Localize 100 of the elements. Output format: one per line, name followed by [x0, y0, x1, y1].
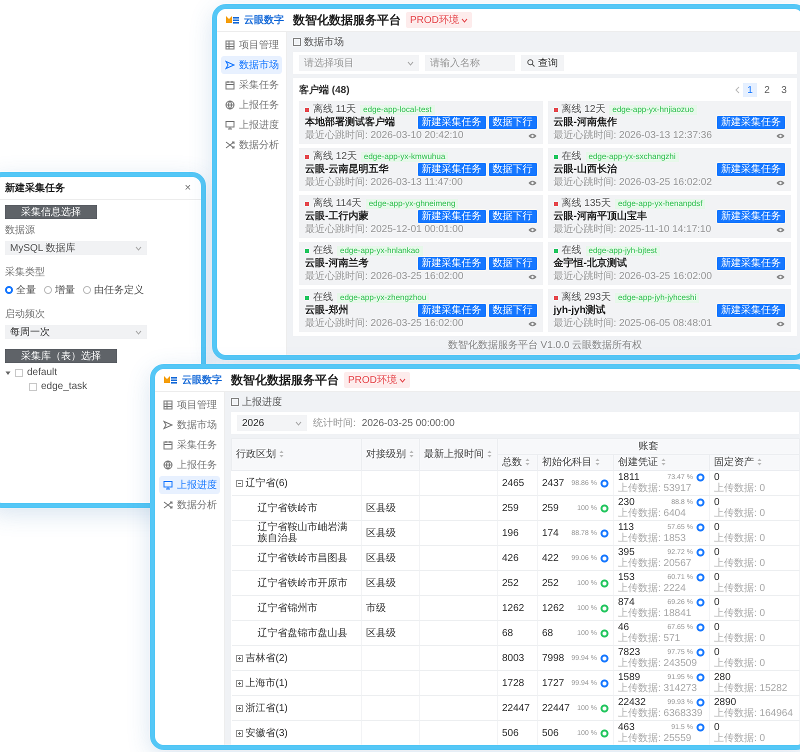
radio-button[interactable] — [83, 286, 91, 294]
upload-count: 上传数据: 0 — [714, 658, 766, 669]
upload-count: 上传数据: 15282 — [714, 683, 788, 694]
sidebar-item[interactable]: 数据市场 — [221, 56, 282, 74]
cell-value: 22432 — [618, 697, 646, 708]
page-button[interactable]: 2 — [760, 83, 774, 97]
app-tag: edge-app-yx-ghneimeng — [366, 198, 458, 208]
upload-count: 上传数据: 53917 — [618, 483, 692, 494]
table-cell: 区县级 — [362, 546, 420, 570]
sidebar-item[interactable]: 采集任务 — [221, 76, 282, 94]
action-button[interactable]: 新建采集任务 — [418, 116, 486, 129]
progress-ring-icon — [696, 698, 705, 707]
cell-value: 259 — [542, 502, 559, 514]
page-button[interactable]: 1 — [743, 83, 757, 97]
client-name: 金宇恒-北京测试 — [554, 258, 627, 269]
caret-icon — [407, 60, 414, 66]
progress-ring-icon — [696, 473, 705, 482]
cell-value: 68 — [542, 628, 554, 638]
checkbox[interactable] — [29, 382, 37, 390]
cell-value: 422 — [542, 552, 559, 564]
region-name: 上海市(1) — [246, 678, 288, 688]
globe-icon — [163, 460, 173, 470]
caret-icon — [460, 18, 468, 22]
upload-count: 上传数据: 0 — [714, 483, 766, 494]
upload-count: 上传数据: 0 — [714, 633, 766, 644]
search-icon — [527, 59, 535, 67]
table-cell: 426 — [498, 546, 538, 570]
cell-value: 506 — [542, 728, 559, 738]
sidebar-item[interactable]: 上报进度 — [159, 476, 220, 494]
name-input-field[interactable]: 请输入名称 — [425, 55, 515, 71]
env-dropdown[interactable]: PROD环境 — [344, 372, 410, 388]
app-tag: edge-app-yx-henanpdsf — [614, 198, 706, 208]
tree-label[interactable]: edge_task — [41, 381, 88, 392]
app-tag: edge-app-yx-sxchangzhi — [586, 152, 679, 162]
app-tag: edge-app-yx-hnlankao — [337, 246, 423, 256]
region-name: 安徽省(3) — [246, 728, 288, 738]
action-button[interactable]: 数据下行 — [488, 116, 536, 129]
frequency-select[interactable]: 每周一次 — [5, 325, 147, 339]
cell-value: 153 — [618, 572, 635, 583]
section-button[interactable]: 采集信息选择 — [5, 205, 97, 219]
page-icon — [293, 38, 301, 46]
sidebar-item[interactable]: 数据分析 — [221, 136, 282, 154]
radio-option[interactable]: 全量 — [5, 283, 36, 297]
action-button[interactable]: 新建采集任务 — [717, 210, 785, 223]
env-dropdown[interactable]: PROD环境 — [406, 12, 472, 28]
table-cell: 区县级 — [362, 620, 420, 646]
heartbeat-time: 最近心跳时间: 2025-11-10 14:17:10 — [554, 224, 712, 235]
table-cell: 2465 — [498, 470, 538, 496]
upload-count: 上传数据: 1853 — [618, 533, 687, 544]
grid-icon — [163, 400, 173, 410]
region-name: 辽宁省鞍山市岫岩满族自治县 — [258, 522, 348, 544]
cell-value: 0 — [714, 572, 720, 583]
sidebar-item[interactable]: 数据分析 — [159, 496, 220, 514]
sidebar-item[interactable]: 上报任务 — [159, 456, 220, 474]
year-select[interactable]: 2026 — [237, 415, 307, 431]
radio-option[interactable]: 由任务定义 — [83, 283, 144, 297]
action-button[interactable]: 数据下行 — [488, 163, 536, 176]
action-button[interactable]: 新建采集任务 — [418, 257, 486, 270]
tree-label[interactable]: default — [27, 367, 58, 378]
action-button[interactable]: 新建采集任务 — [717, 257, 785, 270]
sidebar-item[interactable]: 采集任务 — [159, 436, 220, 454]
monitor-icon — [163, 480, 173, 490]
section-button[interactable]: 采集库（表）选择 — [5, 349, 117, 363]
status-text: 离线 135天 — [562, 198, 611, 209]
action-button[interactable]: 数据下行 — [488, 210, 536, 223]
action-button[interactable]: 数据下行 — [488, 304, 536, 317]
action-button[interactable]: 新建采集任务 — [418, 304, 486, 317]
radio-button[interactable] — [5, 286, 13, 294]
cell-value: 0 — [714, 497, 720, 508]
eye-icon — [776, 180, 785, 186]
sidebar-item[interactable]: 项目管理 — [159, 396, 220, 414]
cell-value: 252 — [542, 578, 559, 588]
action-button[interactable]: 数据下行 — [488, 257, 536, 270]
page-button[interactable]: 3 — [777, 83, 791, 97]
heartbeat-time: 最近心跳时间: 2025-12-01 00:01:00 — [305, 224, 464, 235]
action-button[interactable]: 新建采集任务 — [717, 304, 785, 317]
action-button[interactable]: 新建采集任务 — [717, 116, 785, 129]
checkbox[interactable] — [15, 368, 23, 376]
sort-icon — [279, 450, 284, 458]
sidebar-item[interactable]: 数据市场 — [159, 416, 220, 434]
table-cell: 1728 — [498, 670, 538, 696]
radio-button[interactable] — [44, 286, 52, 294]
client-name: 本地部署测试客户端 — [305, 117, 395, 128]
progress-ring-icon — [696, 723, 705, 732]
sidebar-item[interactable]: 上报进度 — [221, 116, 282, 134]
action-button[interactable]: 新建采集任务 — [418, 210, 486, 223]
action-button[interactable]: 新建采集任务 — [717, 163, 785, 176]
query-button[interactable]: 查询 — [521, 55, 564, 71]
app-tag: edge-app-jyh-bjtest — [586, 246, 660, 256]
sidebar-item[interactable]: 项目管理 — [221, 36, 282, 54]
close-button[interactable]: × — [182, 182, 193, 194]
app-title: 数智化数据服务平台 — [231, 372, 339, 388]
region-name: 吉林省(2) — [246, 652, 288, 664]
client-name: 云眼-云南昆明五华 — [305, 164, 388, 175]
sidebar-item[interactable]: 上报任务 — [221, 96, 282, 114]
radio-option[interactable]: 增量 — [44, 283, 75, 297]
source-select[interactable]: MySQL 数据库 — [5, 241, 147, 255]
project-select[interactable]: 请选择项目 — [299, 55, 419, 71]
action-button[interactable]: 新建采集任务 — [418, 163, 486, 176]
heartbeat-time: 最近心跳时间: 2026-03-10 20:42:10 — [305, 130, 464, 141]
